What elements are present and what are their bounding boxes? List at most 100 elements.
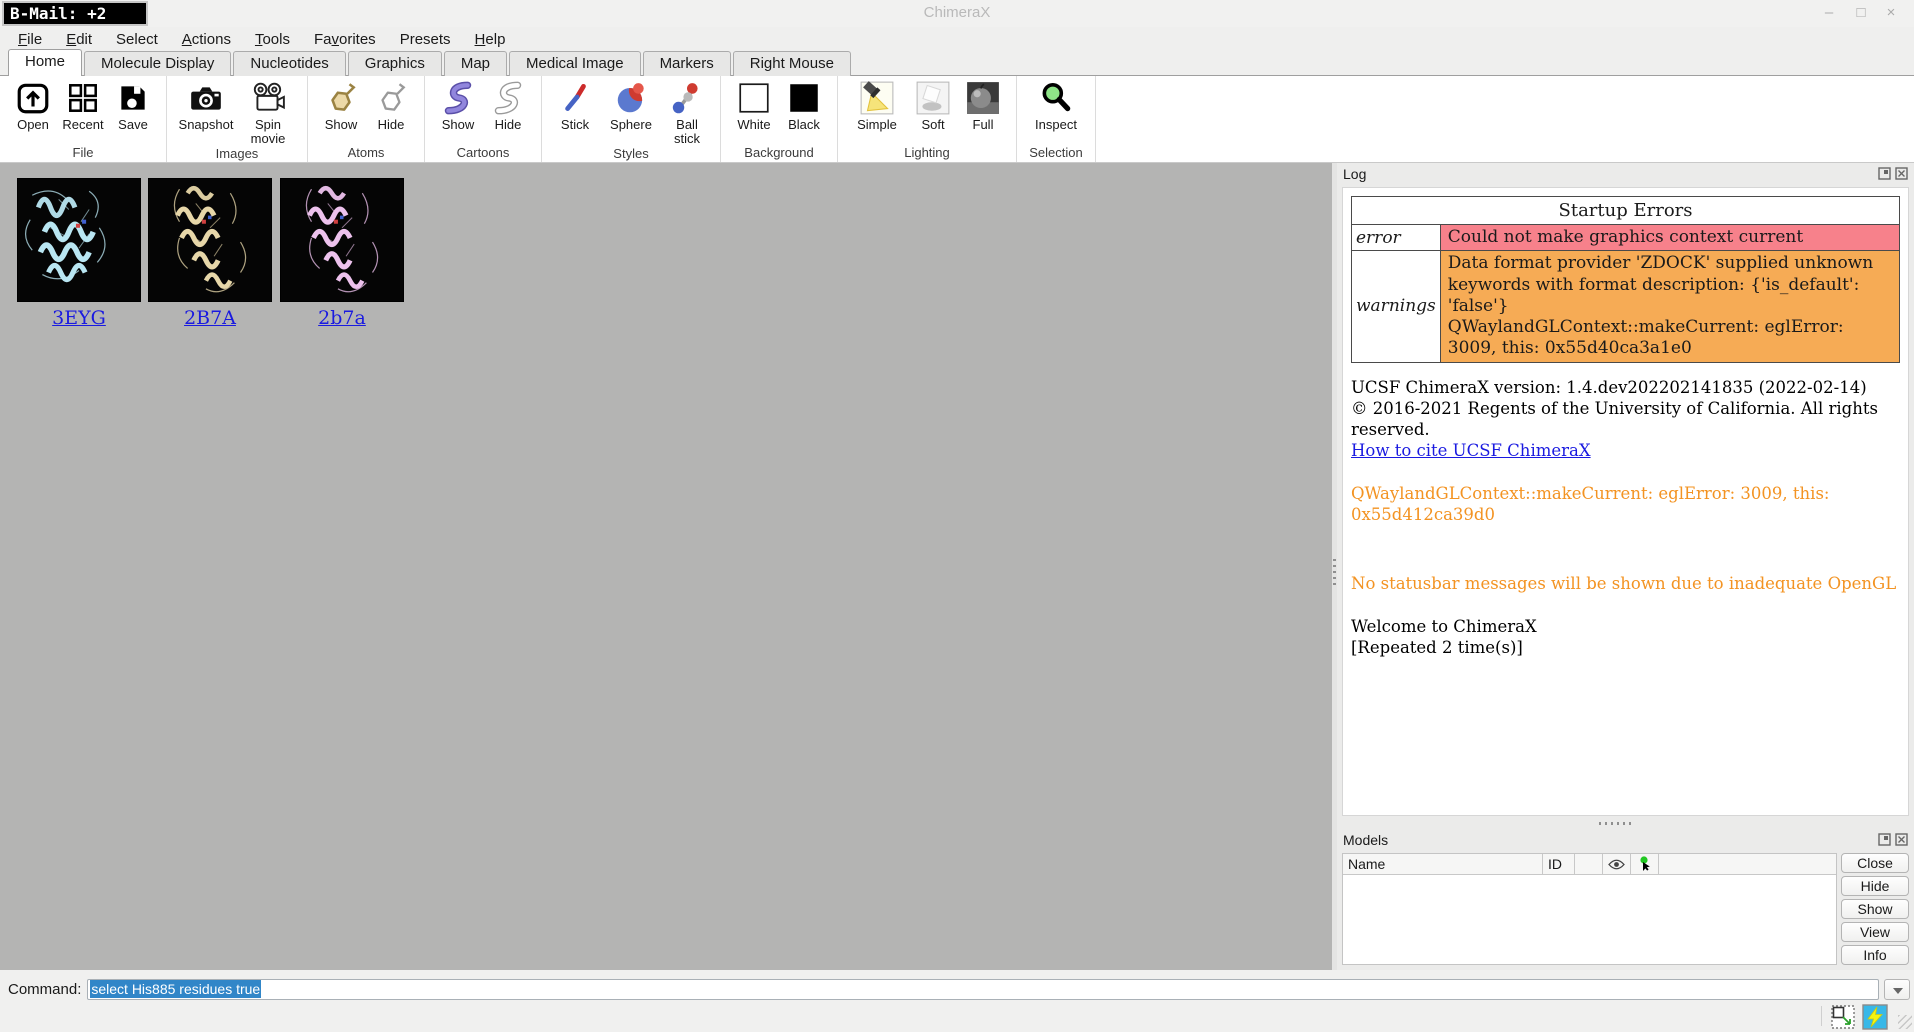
selection-cursor-icon <box>1638 856 1651 872</box>
command-bar: Command: select His885 residues true <box>0 977 1914 1002</box>
log-panel-header: Log <box>1337 163 1914 185</box>
log-content[interactable]: Startup Errors error Could not make grap… <box>1342 187 1909 816</box>
models-table: Name ID <box>1342 853 1837 965</box>
window-size-icon[interactable] <box>1830 1004 1856 1030</box>
toolbar-group-atoms: Show Hide Atoms <box>308 76 425 162</box>
menu-presets[interactable]: Presets <box>388 29 463 50</box>
atoms-show-icon <box>323 80 359 116</box>
resize-grip[interactable] <box>1898 1015 1912 1029</box>
models-panel-title: Models <box>1343 832 1388 848</box>
toolbar-group-selection: Inspect Selection <box>1017 76 1096 162</box>
tab-home[interactable]: Home <box>8 49 82 76</box>
atoms-hide-icon <box>373 80 409 116</box>
close-button[interactable]: × <box>1876 0 1906 26</box>
save-button[interactable]: Save <box>110 80 156 132</box>
group-label-atoms: Atoms <box>318 145 414 162</box>
startup-error-row: error Could not make graphics context cu… <box>1352 225 1900 251</box>
structure-thumbnail-2b7a-upper: 2B7A <box>148 178 272 329</box>
tab-molecule-display[interactable]: Molecule Display <box>84 51 231 76</box>
log-welcome-line: Welcome to ChimeraX <box>1351 616 1900 637</box>
inspect-button[interactable]: Inspect <box>1027 80 1085 132</box>
group-label-images: Images <box>177 146 297 162</box>
movie-camera-icon <box>250 80 286 116</box>
sphere-button[interactable]: Sphere <box>602 80 660 132</box>
menu-edit[interactable]: Edit <box>54 29 104 50</box>
structure-image-3eyg[interactable] <box>17 178 141 302</box>
models-info-button[interactable]: Info <box>1841 945 1909 965</box>
models-show-button[interactable]: Show <box>1841 899 1909 919</box>
structure-image-2b7a-lower[interactable] <box>280 178 404 302</box>
pdb-link-3eyg[interactable]: 3EYG <box>52 307 106 329</box>
column-header-id[interactable]: ID <box>1543 854 1575 874</box>
graphics-viewport[interactable]: 3EYG 2B7A <box>0 163 1332 970</box>
menu-file[interactable]: File <box>6 29 54 50</box>
group-label-background: Background <box>731 145 827 162</box>
atoms-hide-button[interactable]: Hide <box>368 80 414 132</box>
menu-actions[interactable]: Actions <box>170 29 243 50</box>
tab-markers[interactable]: Markers <box>643 51 731 76</box>
tab-map[interactable]: Map <box>444 51 507 76</box>
chevron-down-icon <box>1893 988 1903 994</box>
snapshot-button[interactable]: Snapshot <box>177 80 235 132</box>
close-panel-icon[interactable] <box>1895 167 1908 180</box>
lighting-simple-button[interactable]: Simple <box>848 80 906 132</box>
column-header-blank[interactable] <box>1575 854 1603 874</box>
undock-panel-icon[interactable] <box>1878 833 1891 846</box>
column-header-name[interactable]: Name <box>1343 854 1543 874</box>
background-black-button[interactable]: Black <box>781 80 827 132</box>
warning-level-label: warnings <box>1352 251 1441 362</box>
group-label-lighting: Lighting <box>848 145 1006 162</box>
status-bar <box>0 1002 1914 1032</box>
stick-button[interactable]: Stick <box>552 80 598 132</box>
splitter-grip-icon <box>1333 559 1336 585</box>
home-toolbar: Open Recent Save File Snapshot Spin movi… <box>0 76 1914 163</box>
models-close-button[interactable]: Close <box>1841 853 1909 873</box>
menu-help[interactable]: Help <box>463 29 518 50</box>
minimize-button[interactable]: – <box>1814 0 1844 26</box>
tab-medical-image[interactable]: Medical Image <box>509 51 641 76</box>
command-history-dropdown[interactable] <box>1884 979 1910 1000</box>
toolbar-group-images: Snapshot Spin movie Images <box>167 76 308 162</box>
background-white-button[interactable]: White <box>731 80 777 132</box>
ball-stick-button[interactable]: Ball stick <box>664 80 710 146</box>
tab-graphics[interactable]: Graphics <box>348 51 442 76</box>
models-view-button[interactable]: View <box>1841 922 1909 942</box>
open-icon <box>15 80 51 116</box>
menu-bar: File Edit Select Actions Tools Favorites… <box>0 27 1914 51</box>
warning-message: Data format provider 'ZDOCK' supplied un… <box>1440 251 1899 362</box>
close-panel-icon[interactable] <box>1895 833 1908 846</box>
log-version-line: UCSF ChimeraX version: 1.4.dev2022021418… <box>1351 377 1900 398</box>
models-table-rows-empty[interactable] <box>1343 875 1836 964</box>
pdb-link-2b7a-upper[interactable]: 2B7A <box>184 307 236 329</box>
column-header-filler <box>1659 854 1836 874</box>
undock-panel-icon[interactable] <box>1878 167 1891 180</box>
menu-favorites[interactable]: Favorites <box>302 29 388 50</box>
atoms-show-button[interactable]: Show <box>318 80 364 132</box>
panel-horizontal-splitter[interactable] <box>1337 818 1914 829</box>
menu-select[interactable]: Select <box>104 29 170 50</box>
log-statusbar-warning-line: No statusbar messages will be shown due … <box>1351 573 1900 594</box>
flashlight-icon <box>859 80 895 116</box>
lighting-full-button[interactable]: Full <box>960 80 1006 132</box>
structure-thumbnail-3eyg: 3EYG <box>17 178 141 329</box>
maximize-button[interactable]: □ <box>1846 0 1876 26</box>
command-input[interactable]: select His885 residues true <box>87 979 1879 1000</box>
column-header-selected[interactable] <box>1631 854 1659 874</box>
tab-nucleotides[interactable]: Nucleotides <box>233 51 345 76</box>
spin-movie-button[interactable]: Spin movie <box>239 80 297 146</box>
fast-graphics-icon[interactable] <box>1862 1004 1888 1030</box>
recent-button[interactable]: Recent <box>60 80 106 132</box>
open-button[interactable]: Open <box>10 80 56 132</box>
error-message: Could not make graphics context current <box>1440 225 1899 251</box>
menu-tools[interactable]: Tools <box>243 29 302 50</box>
pdb-link-2b7a-lower[interactable]: 2b7a <box>318 307 366 329</box>
cite-chimerax-link[interactable]: How to cite UCSF ChimeraX <box>1351 440 1591 461</box>
tab-right-mouse[interactable]: Right Mouse <box>733 51 851 76</box>
cartoons-show-button[interactable]: Show <box>435 80 481 132</box>
column-header-shown[interactable] <box>1603 854 1631 874</box>
models-hide-button[interactable]: Hide <box>1841 876 1909 896</box>
structure-image-2b7a-upper[interactable] <box>148 178 272 302</box>
cartoons-hide-button[interactable]: Hide <box>485 80 531 132</box>
lighting-soft-button[interactable]: Soft <box>910 80 956 132</box>
toolbar-group-file: Open Recent Save File <box>0 76 167 162</box>
